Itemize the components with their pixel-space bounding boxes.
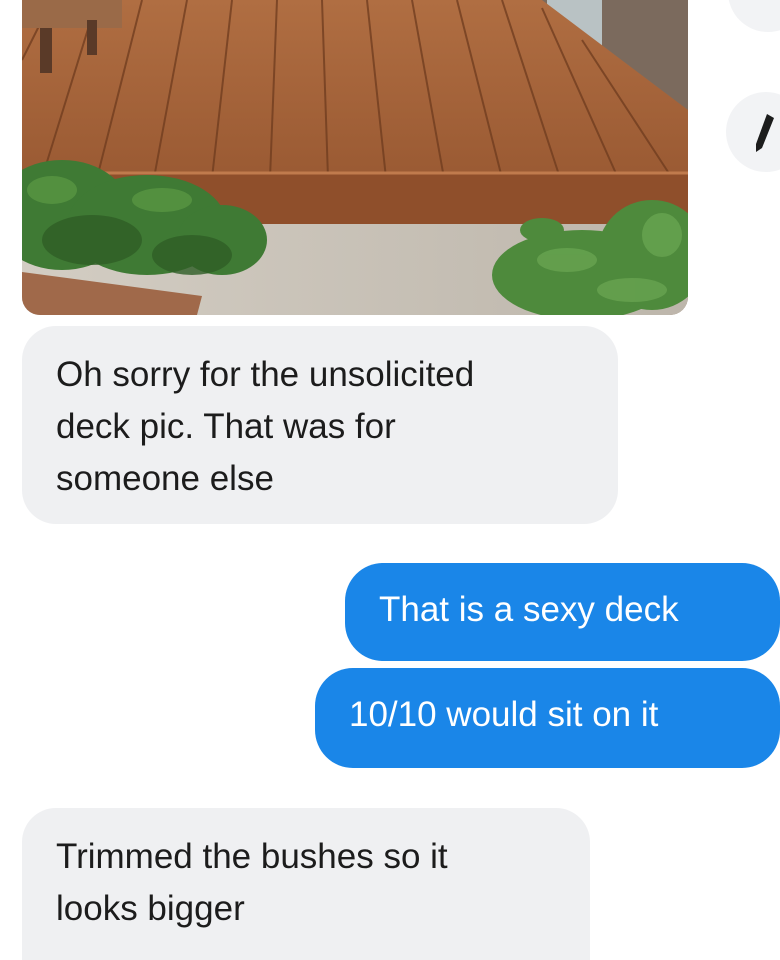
message-text: 10/10 would sit on it — [349, 695, 659, 734]
deck-image — [22, 0, 688, 315]
message-bubble-incoming[interactable]: Trimmed the bushes so it looks bigger — [22, 808, 590, 960]
message-bubble-outgoing[interactable]: That is a sexy deck — [345, 563, 780, 661]
message-line: Trimmed the bushes so it — [56, 837, 448, 876]
message-text: That is a sexy deck — [379, 590, 679, 629]
message-line: deck pic. That was for — [56, 407, 396, 446]
message-line: someone else — [56, 459, 274, 498]
circle-button[interactable] — [728, 0, 780, 32]
message-bubble-incoming[interactable]: Oh sorry for the unsolicited deck pic. T… — [22, 326, 618, 524]
message-line: looks bigger — [56, 889, 245, 928]
pencil-icon — [756, 114, 774, 152]
message-line: Oh sorry for the unsolicited — [56, 355, 475, 394]
edit-button[interactable] — [726, 92, 780, 172]
shared-photo[interactable] — [22, 0, 688, 315]
message-bubble-outgoing[interactable]: 10/10 would sit on it — [315, 668, 780, 768]
